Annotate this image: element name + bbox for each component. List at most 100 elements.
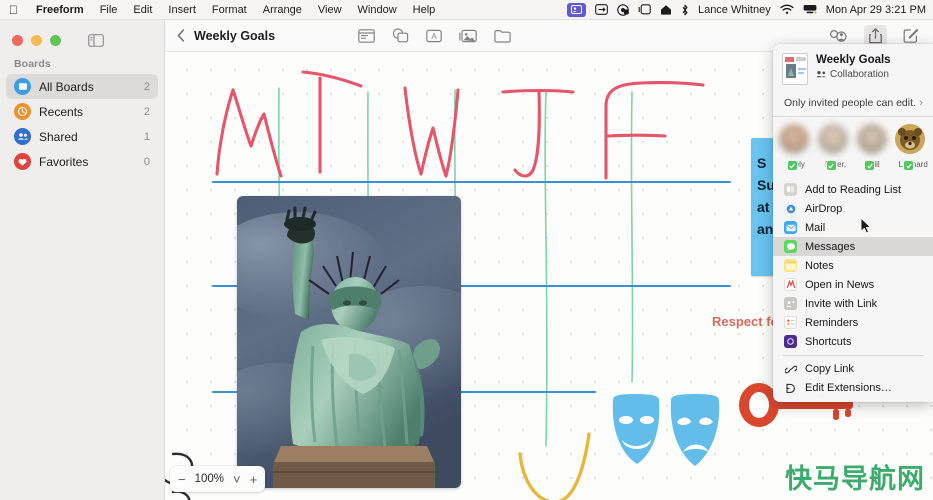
menu-view[interactable]: View (310, 4, 350, 16)
menu-item-reminders[interactable]: Reminders (773, 313, 933, 332)
zoom-control[interactable]: − 100% ˅ + (170, 466, 266, 492)
menu-item-mail[interactable]: Mail (773, 218, 933, 237)
share-board-title: Weekly Goals (816, 54, 891, 66)
sidebar-item-label: Shared (39, 129, 78, 144)
sidebar-item-shared[interactable]: Shared 1 (6, 124, 158, 149)
share-popover: Weekly Goals Collaboration Only invited … (773, 44, 933, 402)
maximize-button[interactable] (50, 35, 61, 46)
apple-logo-icon[interactable]:  (0, 4, 28, 16)
menu-item-label: Notes (805, 259, 834, 272)
edit-permission-badge (825, 160, 837, 171)
menu-file[interactable]: File (92, 4, 126, 16)
stage-manager-icon[interactable] (638, 4, 651, 15)
edit-permission-badge (864, 160, 876, 171)
zoom-in-button[interactable]: + (250, 473, 258, 486)
screen-mirroring-icon[interactable] (595, 4, 608, 15)
focus-icon[interactable] (617, 3, 629, 16)
zoom-out-button[interactable]: − (178, 473, 186, 486)
menu-format[interactable]: Format (204, 4, 255, 16)
menu-insert[interactable]: Insert (160, 4, 204, 16)
zoom-level-label: 100% (194, 473, 225, 485)
control-center-user-icon[interactable] (566, 2, 586, 17)
sidebar-item-count: 2 (143, 105, 150, 118)
control-center-icon[interactable] (803, 4, 817, 15)
participant-cely[interactable]: Cely (779, 124, 815, 172)
menu-item-open-in-news[interactable]: Open in News (773, 275, 933, 294)
bluetooth-icon[interactable] (681, 4, 689, 16)
sidebar-item-label: All Boards (39, 79, 94, 94)
menubar-user-name[interactable]: Lance Whitney (698, 4, 771, 16)
respect-text[interactable]: Respect fo (712, 314, 778, 329)
link-icon (784, 363, 797, 376)
sidebar-item-label: Recents (39, 104, 84, 119)
avatar (817, 124, 854, 171)
menu-item-label: Open in News (805, 278, 875, 291)
clock-icon (14, 103, 31, 120)
wifi-icon[interactable] (780, 4, 794, 15)
chevron-left-icon[interactable] (165, 29, 194, 42)
collaborate-icon[interactable] (829, 29, 848, 43)
close-button[interactable] (12, 35, 23, 46)
chevron-down-icon[interactable]: ˅ (233, 473, 241, 486)
sidebar-item-count: 2 (143, 80, 150, 93)
participant-leonard[interactable]: Leonard (895, 124, 931, 172)
menu-item-copy-link[interactable]: Copy Link (773, 360, 933, 379)
mouse-cursor (860, 217, 872, 240)
menu-item-edit-extensions[interactable]: Edit Extensions… (773, 379, 933, 398)
site-watermark: 快马导航网 (785, 464, 925, 495)
menu-item-airdrop[interactable]: AirDrop (773, 199, 933, 218)
statue-of-liberty-photo[interactable] (237, 196, 461, 488)
sidebar-item-label: Favorites (39, 154, 89, 169)
sidebar-item-recents[interactable]: Recents 2 (6, 99, 158, 124)
sidebar-section-label: Boards (14, 58, 51, 70)
compose-icon[interactable] (903, 28, 919, 43)
edit-permission-badge (903, 160, 915, 171)
menu-freeform[interactable]: Freeform (28, 4, 92, 16)
theater-masks-sticker[interactable] (609, 392, 725, 475)
menu-item-invite-with-link[interactable]: Invite with Link (773, 294, 933, 313)
menu-item-add-to-reading-list[interactable]: Add to Reading List (773, 180, 933, 199)
wifi-home-icon[interactable] (660, 4, 672, 15)
share-permission-row[interactable]: Only invited people can edit. › (773, 92, 933, 117)
menu-item-messages[interactable]: Messages (773, 237, 933, 256)
extensions-icon (784, 382, 797, 395)
menu-help[interactable]: Help (405, 4, 444, 16)
text-box-icon[interactable]: A (426, 29, 442, 43)
menubar-clock[interactable]: Mon Apr 29 3:21 PM (826, 4, 926, 16)
macos-menu-bar:  Freeform File Edit Insert Format Arran… (0, 0, 933, 20)
menu-item-shortcuts[interactable]: Shortcuts (773, 332, 933, 351)
participant-peter[interactable]: Peter, (817, 124, 854, 172)
invite-link-icon (784, 297, 797, 310)
menu-item-notes[interactable]: Notes (773, 256, 933, 275)
share-permission-label: Only invited people can edit. (784, 97, 916, 109)
participants-list: Cely Peter, Bill (773, 117, 933, 177)
sidebar-item-count: 1 (143, 130, 150, 143)
shortcuts-icon (784, 335, 797, 348)
menu-arrange[interactable]: Arrange (255, 4, 310, 16)
airdrop-icon (784, 202, 797, 215)
sidebar-item-all-boards[interactable]: All Boards 2 (6, 74, 158, 99)
insert-file-icon[interactable] (494, 29, 511, 43)
menu-window[interactable]: Window (350, 4, 405, 16)
media-icon[interactable] (459, 29, 477, 43)
sidebar-item-favorites[interactable]: Favorites 0 (6, 149, 158, 174)
sticky-note-icon[interactable] (358, 28, 375, 43)
chevron-right-icon: › (919, 97, 923, 109)
menu-edit[interactable]: Edit (125, 4, 160, 16)
sidebar-toggle-icon[interactable] (88, 34, 104, 47)
menu-item-label: Shortcuts (805, 335, 852, 348)
reminders-icon (784, 316, 797, 329)
mail-icon (784, 221, 797, 234)
participant-bill[interactable]: Bill (856, 124, 893, 172)
menu-item-label: Messages (805, 240, 856, 253)
shapes-icon[interactable] (392, 28, 409, 43)
heart-icon (14, 153, 31, 170)
share-board-subtitle-row: Collaboration (816, 69, 891, 80)
reading-list-icon (784, 183, 797, 196)
menu-item-label: Edit Extensions… (805, 382, 892, 394)
board-icon (14, 78, 31, 95)
yellow-curve-ink (518, 432, 591, 500)
sidebar: Boards All Boards 2 Recents 2 Shared 1 F… (0, 20, 165, 500)
menu-item-label: Mail (805, 221, 826, 234)
minimize-button[interactable] (31, 35, 42, 46)
